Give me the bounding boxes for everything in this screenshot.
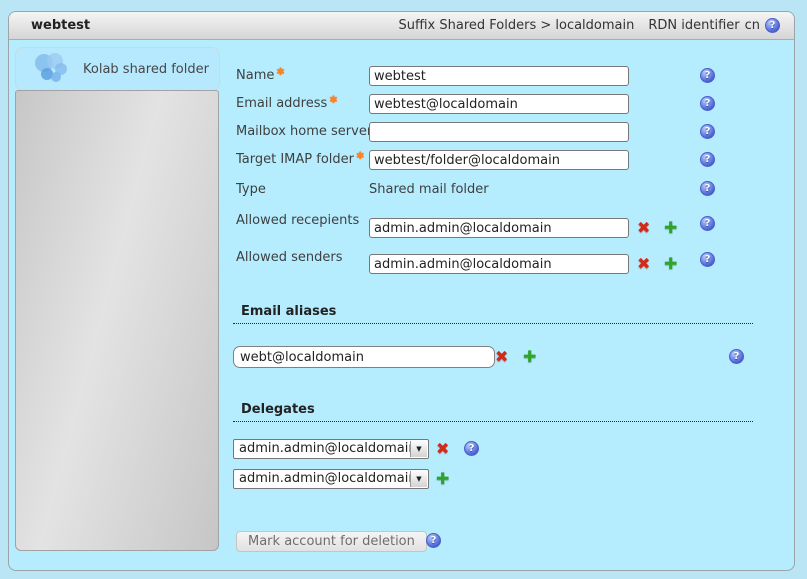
delegate-select-value: admin.admin@localdomain — [234, 440, 411, 458]
breadcrumb: Suffix Shared Folders > localdomain — [398, 18, 634, 33]
form-row-type: Type Shared mail folder ? — [9, 180, 794, 204]
help-icon[interactable]: ? — [700, 96, 715, 111]
help-icon[interactable]: ? — [700, 124, 715, 139]
required-star-icon: ✱ — [329, 95, 337, 106]
type-label: Type — [236, 182, 266, 197]
help-icon[interactable]: ? — [729, 349, 744, 364]
help-icon[interactable]: ? — [464, 441, 479, 456]
mailbox-home-server-label: Mailbox home server — [236, 124, 372, 139]
delegate-select[interactable]: admin.admin@localdomain ▼ — [233, 469, 429, 489]
delegate-row-2: admin.admin@localdomain ▼ ✚ — [9, 469, 794, 493]
email-label: Email address — [236, 96, 327, 111]
delegate-select-value: admin.admin@localdomain — [234, 470, 411, 488]
allowed-senders-input[interactable] — [369, 254, 629, 274]
delegate-select[interactable]: admin.admin@localdomain ▼ — [233, 439, 429, 459]
form-row-allowed-senders: Allowed senders ✖ ✚ ? — [9, 248, 794, 282]
allowed-recepients-label: Allowed recepients — [236, 213, 359, 228]
help-icon[interactable]: ? — [700, 152, 715, 167]
delete-entry-icon[interactable]: ✖ — [637, 256, 650, 272]
allowed-recepients-input[interactable] — [369, 218, 629, 238]
add-alias-icon[interactable]: ✚ — [523, 349, 536, 365]
rdn-identifier: RDN identifier cn ? — [648, 18, 780, 33]
mailbox-home-server-input[interactable] — [369, 122, 629, 142]
form-row-mailbox-home-server: Mailbox home server ? — [9, 122, 794, 146]
delete-delegate-icon[interactable]: ✖ — [436, 441, 449, 457]
help-icon[interactable]: ? — [700, 181, 715, 196]
target-imap-folder-input[interactable] — [369, 150, 629, 170]
required-star-icon: ✱ — [356, 151, 364, 162]
delete-entry-icon[interactable]: ✖ — [637, 220, 650, 236]
header-bar: webtest Suffix Shared Folders > localdom… — [9, 12, 794, 40]
form-row-allowed-recepients: Allowed recepients ✖ ✚ ? — [9, 211, 794, 245]
form-row-email: Email address✱ ? — [9, 94, 794, 118]
delete-alias-icon[interactable]: ✖ — [495, 349, 508, 365]
help-icon[interactable]: ? — [700, 252, 715, 267]
form-row-target-imap-folder: Target IMAP folder✱ ? — [9, 150, 794, 174]
help-icon[interactable]: ? — [700, 216, 715, 231]
help-icon[interactable]: ? — [426, 533, 441, 548]
allowed-senders-label: Allowed senders — [236, 250, 342, 265]
target-imap-folder-label: Target IMAP folder — [236, 152, 354, 167]
email-aliases-heading: Email aliases — [233, 304, 753, 324]
main-panel: webtest Suffix Shared Folders > localdom… — [8, 11, 795, 571]
chevron-down-icon: ▼ — [410, 441, 427, 457]
help-icon[interactable]: ? — [765, 18, 780, 33]
email-alias-row: ✖ ✚ ? — [9, 346, 794, 372]
add-delegate-icon[interactable]: ✚ — [436, 471, 449, 487]
name-label: Name — [236, 68, 274, 83]
header-right: Suffix Shared Folders > localdomain RDN … — [398, 18, 780, 33]
required-star-icon: ✱ — [276, 67, 284, 78]
rdn-label: RDN identifier — [648, 18, 739, 33]
rdn-value: cn — [745, 18, 760, 33]
page-title: webtest — [31, 18, 90, 33]
chevron-down-icon: ▼ — [410, 471, 427, 487]
delegates-heading: Delegates — [233, 402, 753, 422]
email-input[interactable] — [369, 94, 629, 114]
mark-account-for-deletion-button[interactable]: Mark account for deletion — [236, 531, 427, 552]
name-input[interactable] — [369, 66, 629, 86]
email-alias-input[interactable] — [233, 346, 495, 368]
help-icon[interactable]: ? — [700, 68, 715, 83]
add-entry-icon[interactable]: ✚ — [664, 220, 677, 236]
delegate-row-1: admin.admin@localdomain ▼ ✖ ? — [9, 439, 794, 463]
type-value: Shared mail folder — [369, 182, 489, 197]
form-row-name: Name✱ ? — [9, 66, 794, 90]
add-entry-icon[interactable]: ✚ — [664, 256, 677, 272]
